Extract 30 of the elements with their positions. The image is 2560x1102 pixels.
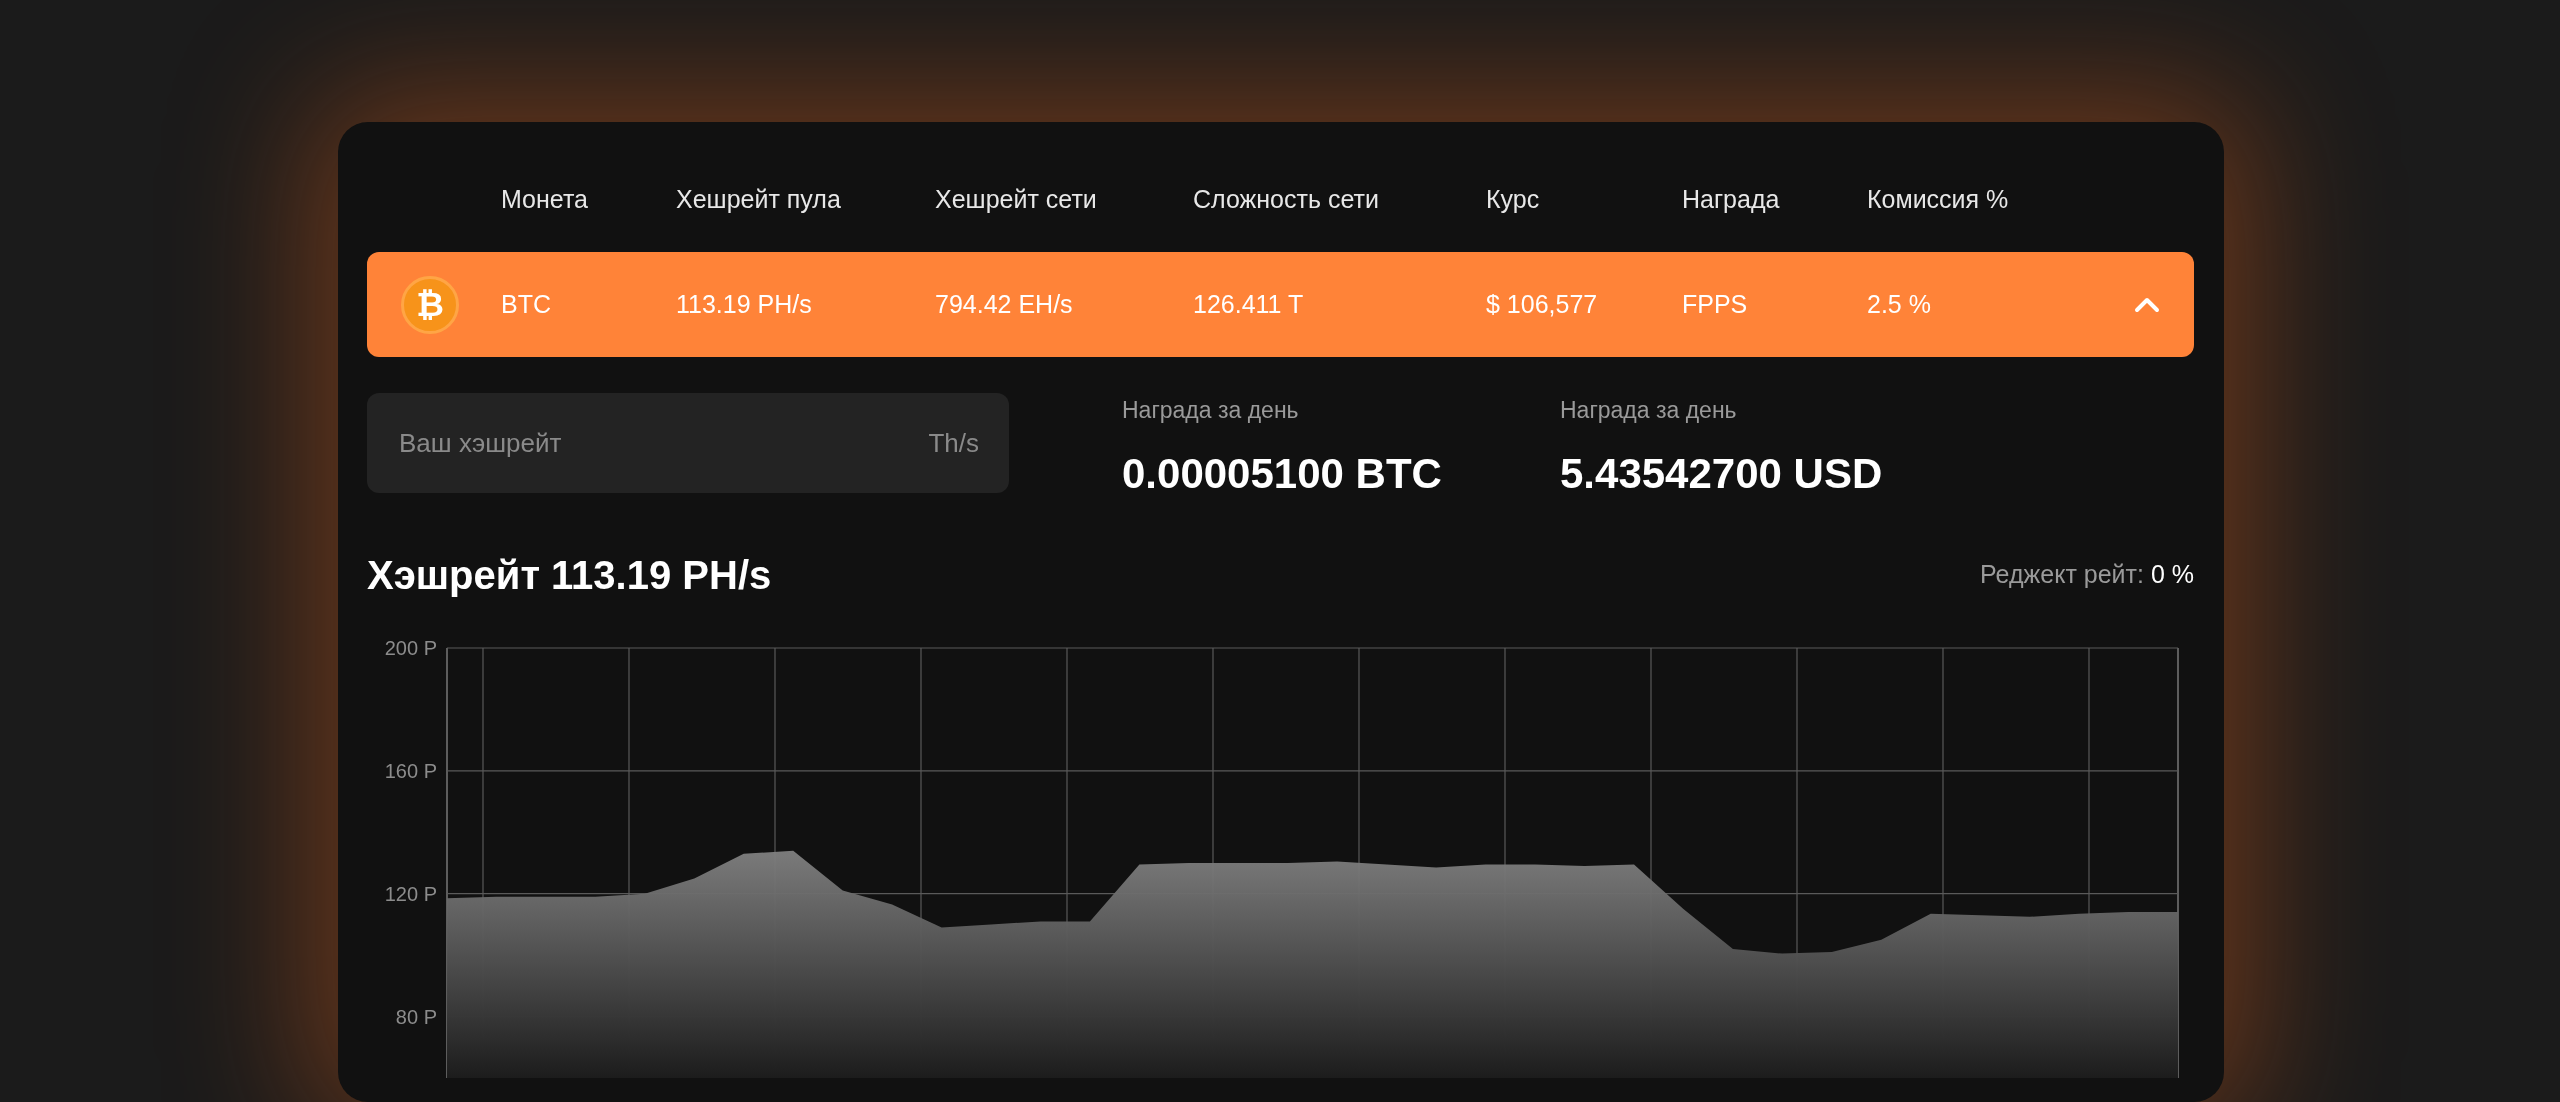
column-header: Монета <box>501 184 589 216</box>
table-cell-text: BTC <box>501 288 552 320</box>
reward-value: 0.00005100 BTC <box>1122 448 1442 499</box>
column-header: Хешрейт пула <box>676 184 842 216</box>
column-header: Сложность сети <box>1193 184 1380 216</box>
column-header: Награда <box>1682 184 1781 216</box>
table-cell-text: 113.19 PH/s <box>676 288 813 320</box>
coin-icon: ₿ <box>401 275 459 334</box>
table-cell-text: 2.5 % <box>1867 288 1932 320</box>
unit-label: Th/s <box>928 426 979 460</box>
table-cell-text: FPPS <box>1682 288 1749 320</box>
axis-tick-label: 200 P <box>384 636 437 659</box>
coin-row[interactable]: ₿ BTC 113.19 PH/s 794.42 EH/s 126.411 T $ 106,577 FPPS 2.5 % <box>367 252 2194 357</box>
hashrate-input[interactable]: Ваш хэшрейт <box>397 422 929 464</box>
table-cell-text: 794.42 EH/s <box>935 288 1074 320</box>
reward-label: Награда за день <box>1560 396 1737 425</box>
column-header: Комиссия % <box>1867 184 2010 216</box>
axis-tick-label: 160 P <box>384 759 437 782</box>
reject-rate-value: 0 % <box>2150 559 2194 588</box>
axis-tick-label: 120 P <box>384 882 437 905</box>
column-header: Курс <box>1486 184 1541 216</box>
axis-tick-label: 80 P <box>395 1005 437 1028</box>
hashrate-input-field[interactable]: Ваш хэшрейт Th/s <box>367 393 1009 493</box>
reward-label: Награда за день <box>1122 396 1299 425</box>
reject-rate-label: Реджект рейт: <box>1980 559 2144 588</box>
reward-value: 5.43542700 USD <box>1560 448 1883 499</box>
hashrate-title: Хэшрейт 113.19 PH/s <box>367 551 772 599</box>
column-header: Хешрейт сети <box>935 184 1098 216</box>
table-cell-text: $ 106,577 <box>1486 288 1599 320</box>
table-cell-text: 126.411 T <box>1193 288 1305 320</box>
